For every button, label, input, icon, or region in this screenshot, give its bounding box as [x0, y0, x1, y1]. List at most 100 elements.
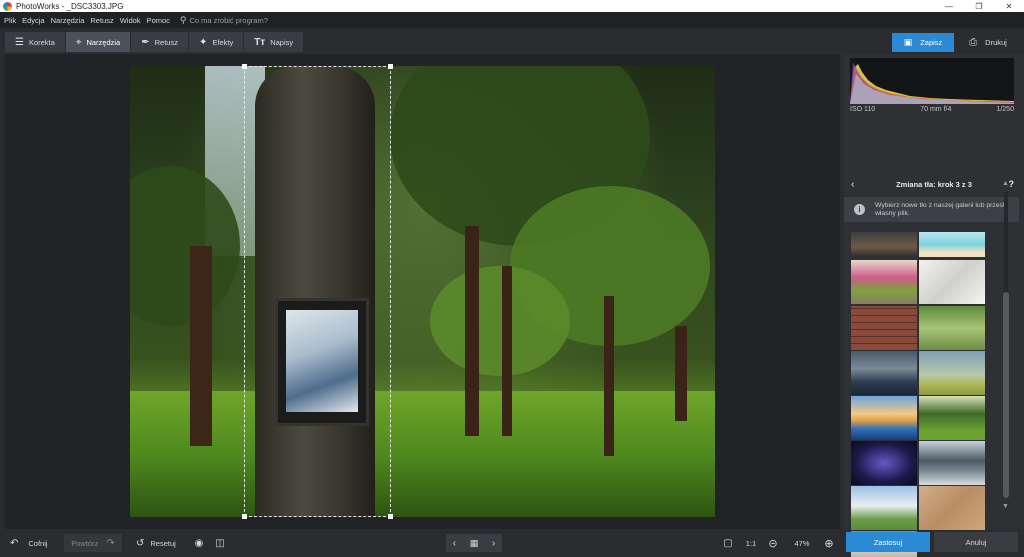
background-gallery: [851, 232, 986, 557]
photo-grass: [130, 391, 715, 517]
info-box: i Wybierz nowe tło z naszej galerii lub …: [844, 197, 1019, 222]
gallery-thumb-lake[interactable]: [851, 396, 917, 440]
folder-icon[interactable]: ▦: [470, 538, 479, 549]
tab-label: Narzędzia: [86, 37, 121, 47]
next-image-icon[interactable]: ›: [492, 538, 495, 549]
tab-korekta[interactable]: ☰ Korekta: [5, 32, 65, 52]
minimize-icon[interactable]: —: [934, 0, 964, 12]
apply-button[interactable]: Zastosuj: [846, 532, 930, 552]
menu-plik[interactable]: Plik: [4, 16, 16, 25]
info-icon: i: [854, 204, 865, 215]
zoom-out-icon[interactable]: ⊝: [767, 534, 779, 552]
photo: [130, 66, 715, 517]
panel-header: ‹ Zmiana tła: krok 3 z 3 ?: [844, 176, 1024, 192]
window-title: PhotoWorks - _DSC3303.JPG: [16, 1, 124, 11]
search-input[interactable]: Co ma zrobić program?: [190, 16, 268, 25]
crop-handle[interactable]: [242, 514, 247, 519]
gallery-thumb-city[interactable]: [851, 351, 917, 395]
gallery-thumb-paper[interactable]: [919, 260, 985, 304]
gallery-thumb-galaxy[interactable]: [851, 441, 917, 485]
scroll-down-icon[interactable]: ▼: [1002, 503, 1009, 510]
bottom-toolbar: ↶ Cofnij Powtórz ↷ ↺ Resetuj ◉ ◫ ‹ ▦ › ▢…: [0, 529, 842, 557]
tab-label: Korekta: [28, 37, 55, 47]
tab-retusz[interactable]: ✒ Retusz: [131, 32, 188, 52]
menu-bar: Plik Edycja Narzędzia Retusz Widok Pomoc…: [0, 12, 1024, 28]
tree-trunk: [675, 326, 687, 421]
menu-widok[interactable]: Widok: [120, 16, 141, 25]
printer-icon: ⎙: [969, 37, 978, 48]
panel-title: Zmiana tła: krok 3 z 3: [896, 179, 972, 189]
histogram-graph: [850, 62, 1014, 104]
gallery-thumb-beach[interactable]: [919, 232, 985, 257]
gallery-thumb-church[interactable]: [851, 486, 917, 530]
title-bar: PhotoWorks - _DSC3303.JPG — ❐ ✕: [0, 0, 1024, 12]
fit-screen-icon[interactable]: ▢: [721, 534, 735, 552]
gallery-thumb-garden[interactable]: [851, 260, 917, 304]
tab-label: Efekty: [212, 37, 234, 47]
tabs: ☰ Korekta ⌖ Narzędzia ✒ Retusz ✦ Efekty …: [5, 32, 304, 52]
prev-image-icon[interactable]: ‹: [453, 538, 456, 549]
gallery-thumb-mountains[interactable]: [919, 441, 985, 485]
reset-icon: ↺: [136, 537, 145, 549]
tab-narzedzia[interactable]: ⌖ Narzędzia: [65, 32, 131, 52]
gallery-thumb-brick[interactable]: [851, 306, 917, 350]
reset-button[interactable]: ↺ Resetuj: [132, 534, 182, 552]
nav-group: ‹ ▦ ›: [446, 534, 502, 552]
back-chevron-icon[interactable]: ‹: [851, 179, 854, 190]
tab-efekty[interactable]: ✦ Efekty: [188, 32, 244, 52]
redo-button[interactable]: Powtórz ↷: [64, 534, 122, 552]
crop-handle[interactable]: [388, 514, 393, 519]
gallery-thumb-forest[interactable]: [919, 396, 985, 440]
search-icon[interactable]: ⚲: [180, 15, 187, 26]
reset-label: Resetuj: [150, 538, 176, 548]
tab-label: Retusz: [154, 37, 178, 47]
preview-eye-icon[interactable]: ◉: [192, 534, 206, 552]
tree-trunk: [465, 226, 479, 436]
menu-edycja[interactable]: Edycja: [22, 16, 45, 25]
menu-narzedzia[interactable]: Narzędzia: [51, 16, 85, 25]
zoom-in-icon[interactable]: ⊕: [823, 534, 835, 552]
text-icon: Tᴛ: [254, 36, 266, 48]
save-label: Zapisz: [920, 38, 943, 47]
crop-icon: ⌖: [75, 36, 82, 48]
tree-trunk: [190, 246, 212, 446]
histogram: [850, 58, 1014, 104]
crop-handle[interactable]: [242, 64, 247, 69]
gallery-thumb-rainbow[interactable]: [919, 351, 985, 395]
exif-shutter: 1/250: [996, 106, 1014, 113]
undo-icon: ↶: [10, 537, 19, 549]
compare-icon[interactable]: ◫: [213, 534, 227, 552]
menu-pomoc[interactable]: Pomoc: [147, 16, 170, 25]
scroll-up-icon[interactable]: ▲: [1002, 180, 1009, 187]
sliders-icon: ☰: [15, 36, 24, 48]
print-label: Drukuj: [985, 38, 1007, 47]
exif-lens: 70 mm f/4: [920, 106, 952, 113]
gallery-thumb-street[interactable]: [851, 232, 917, 257]
tree-trunk: [604, 296, 614, 456]
floppy-icon: ▣: [903, 37, 913, 47]
window-controls: — ❐ ✕: [934, 0, 1024, 12]
exif-iso: ISO 110: [850, 106, 876, 113]
gallery-thumb-park[interactable]: [919, 306, 985, 350]
info-text: Wybierz nowe tło z naszej galerii lub pr…: [875, 201, 1008, 217]
foliage: [430, 266, 570, 376]
tree-trunk: [502, 266, 512, 436]
crop-selection[interactable]: [242, 64, 393, 519]
menu-retusz[interactable]: Retusz: [90, 16, 113, 25]
maximize-icon[interactable]: ❐: [964, 0, 994, 12]
tab-bar: ☰ Korekta ⌖ Narzędzia ✒ Retusz ✦ Efekty …: [0, 28, 1024, 54]
crop-handle[interactable]: [388, 64, 393, 69]
cancel-button[interactable]: Anuluj: [934, 532, 1018, 552]
tab-napisy[interactable]: Tᴛ Napisy: [244, 32, 304, 52]
redo-icon: ↷: [106, 537, 115, 549]
scroll-arrows: ▲ ▼: [1002, 180, 1010, 510]
exif-info: ISO 110 70 mm f/4 1/250: [850, 106, 1014, 113]
app-logo-icon: [3, 1, 12, 11]
magic-wand-icon: ✦: [198, 36, 208, 48]
undo-button[interactable]: ↶ Cofnij: [6, 534, 62, 552]
print-button[interactable]: ⎙ Drukuj: [956, 33, 1020, 52]
close-icon[interactable]: ✕: [994, 0, 1024, 12]
zoom-1-1-button[interactable]: 1:1: [742, 534, 760, 552]
gallery-thumb-wood[interactable]: [919, 486, 985, 530]
save-button[interactable]: ▣ Zapisz: [892, 33, 954, 52]
